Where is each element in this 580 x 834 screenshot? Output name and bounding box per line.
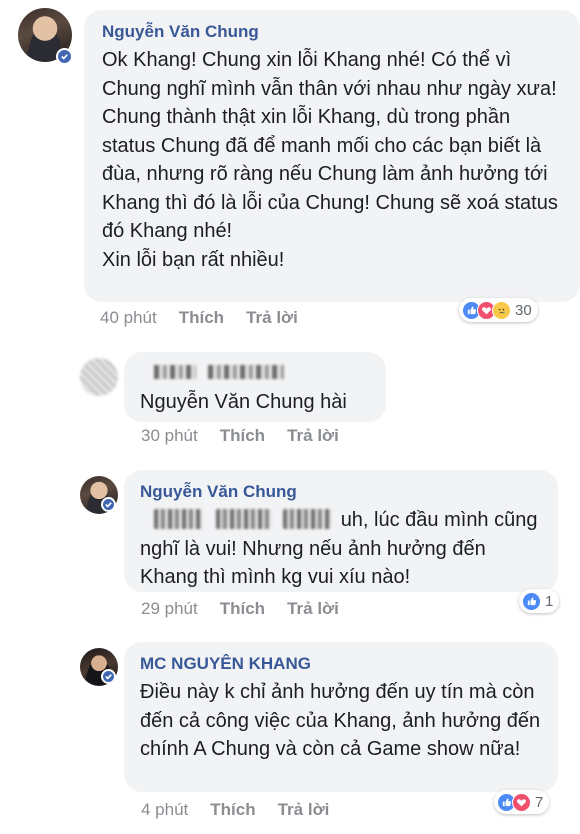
verified-badge-icon [56,48,73,65]
like-button[interactable]: Thích [179,308,224,327]
blurred-name [154,365,196,379]
reply-button[interactable]: Trả lời [287,599,339,618]
comment-bubble: Nguyễn Văn Chung uh, lúc đầu mình cũng n… [124,470,558,592]
comment-actions: 30 phút Thích Trả lời [141,426,361,446]
comment-text-first-line: uh, lúc đầu mình cũng [140,506,542,535]
blurred-mention [154,509,202,529]
love-reaction-icon [512,792,531,812]
comment-actions: 4 phút Thích Trả lời [141,800,351,820]
timestamp[interactable]: 30 phút [141,426,198,445]
author-name[interactable]: Nguyễn Văn Chung [102,22,562,42]
reaction-count: 1 [545,592,554,610]
comment-bubble: Nguyễn Văn Chung Ok Khang! Chung xin lỗi… [84,10,580,302]
author-name-blurred [140,364,370,382]
reply-button[interactable]: Trả lời [278,800,330,819]
like-button[interactable]: Thích [220,599,265,618]
comment-text: Nguyễn Văn Chung hài [140,391,347,413]
reaction-summary[interactable]: 1 [519,589,560,613]
timestamp[interactable]: 4 phút [141,800,188,819]
comment-actions: 40 phút Thích Trả lời [100,308,320,328]
verified-badge-icon [101,669,116,684]
comment-bubble: MC NGUYÊN KHANG Điều này k chỉ ảnh hưởng… [124,642,558,792]
blurred-name [208,365,285,379]
timestamp[interactable]: 29 phút [141,599,198,618]
like-button[interactable]: Thích [210,800,255,819]
blurred-mention [283,509,332,529]
author-name[interactable]: MC NGUYÊN KHANG [140,654,542,674]
comment-actions: 29 phút Thích Trả lời [141,599,361,619]
timestamp[interactable]: 40 phút [100,308,157,327]
reaction-summary[interactable]: 30 [459,298,538,322]
reply-button[interactable]: Trả lời [287,426,339,445]
comment-text: uh, lúc đầu mình cũng [340,509,538,531]
reaction-count: 30 [515,301,532,319]
verified-badge-icon [101,497,116,512]
blurred-mention [215,509,272,529]
comment-text: Ok Khang! Chung xin lỗi Khang nhé! Có th… [102,49,558,242]
reply-button[interactable]: Trả lời [246,308,298,327]
avatar[interactable] [80,358,118,396]
author-name[interactable]: Nguyễn Văn Chung [140,482,542,502]
comment-bubble: Nguyễn Văn Chung hài [124,352,386,422]
reaction-count: 7 [535,793,544,811]
sad-reaction-icon [492,300,511,320]
comment-text-line: Xin lỗi bạn rất nhiều! [102,248,285,271]
reaction-summary[interactable]: 7 [494,790,550,814]
comment-text: Điều này k chỉ ảnh hưởng đến uy tín mà c… [140,681,541,760]
like-reaction-icon [522,591,541,611]
comment-text: nghĩ là vui! Nhưng nếu ảnh hưởng đến Kha… [140,537,486,589]
like-button[interactable]: Thích [220,426,265,445]
